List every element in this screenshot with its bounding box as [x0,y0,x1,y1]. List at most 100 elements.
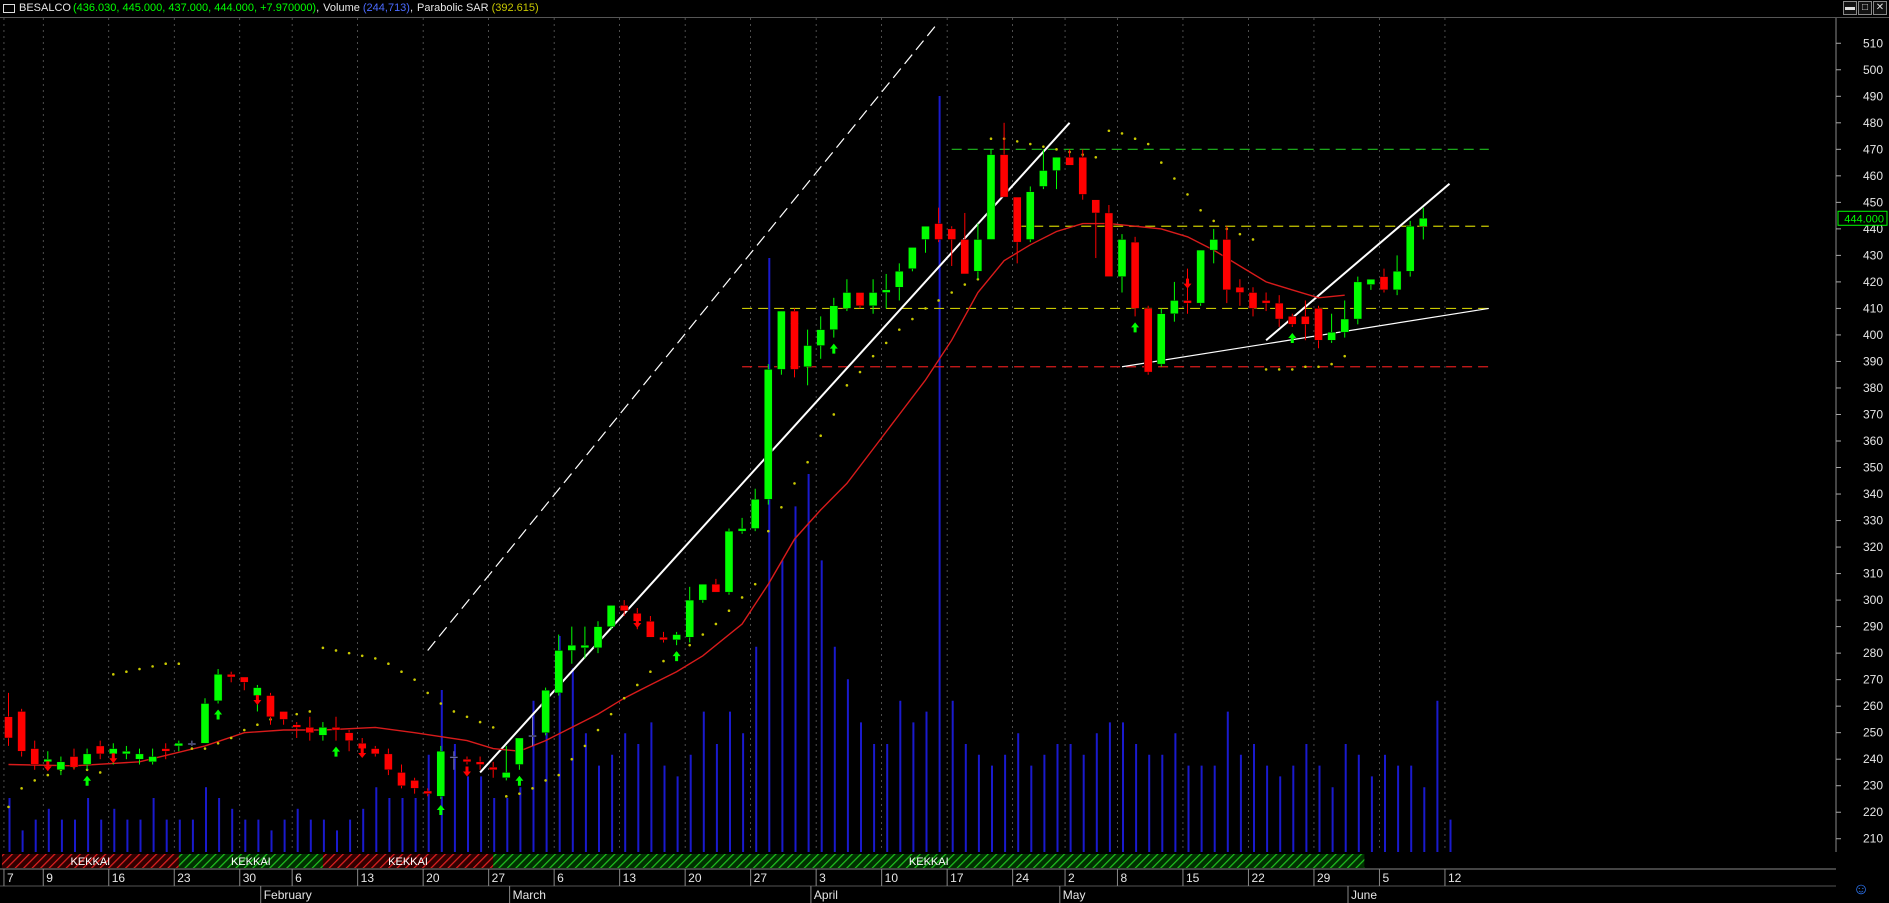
sar-dot [1291,368,1294,371]
sar-dot [531,787,534,790]
x-tick-label: 3 [819,871,826,885]
symbol-label: BESALCO [19,2,71,14]
sar-dot [203,747,207,750]
kekkai-label: KEKKAI [909,856,949,868]
candle-body [371,748,380,755]
sar-dot [793,482,796,485]
kekkai-label: KEKKAI [71,856,111,868]
sar-dot [138,667,141,671]
sar-dot [832,413,836,416]
sar-dot [937,299,940,302]
sar-dot [1317,365,1320,369]
y-tick-label: 480 [1863,116,1883,130]
y-tick-label: 500 [1863,63,1883,77]
candle-body [1301,316,1310,325]
y-tick-label: 340 [1863,487,1883,501]
candle-body [1039,170,1048,187]
candle-body [1327,332,1336,341]
candle-body [279,711,288,720]
minimize-button[interactable]: ▬ [1843,1,1857,15]
candle-body [895,271,904,288]
sar-dot [1160,161,1163,164]
candle-body [698,583,707,601]
candle-body [960,239,969,275]
x-tick-label: 13 [361,871,375,885]
price-chart[interactable]: 2102202302402502602702802903003103203303… [0,0,1889,903]
candle-body [868,292,878,306]
candle-body [1222,239,1232,291]
sar-dot [1173,177,1176,180]
y-tick-label: 420 [1863,275,1883,289]
candle-body [174,743,184,747]
y-tick-label: 300 [1863,593,1883,607]
month-label: April [814,888,838,902]
candle-body [515,737,524,765]
sar-dot [360,654,364,658]
candle-body [253,687,262,696]
candle-body [122,751,131,755]
sar-dot [400,670,403,673]
sar-dot [216,741,220,745]
x-tick-label: 2 [1068,871,1075,885]
candle-body [69,756,79,768]
candle-body [240,676,249,683]
smiley-icon[interactable]: ☺ [1850,880,1872,900]
close-button[interactable]: ✕ [1873,1,1887,15]
candle-body [724,530,734,593]
sar-dot [426,691,430,695]
x-tick-label: 5 [1382,871,1389,885]
sar-dot [151,665,154,668]
candle-body [1288,316,1297,325]
candle-body [82,753,92,765]
candle-body [462,758,472,763]
sar-dot [950,291,953,294]
sar-dot [164,662,167,666]
sar-dot [596,728,600,732]
candle-body [1392,271,1402,291]
maximize-button[interactable]: □ [1858,1,1872,15]
candle-body [135,753,144,760]
candle-body [423,790,432,794]
candle-body [475,761,485,765]
candle-body [999,154,1009,198]
sar-dot [491,726,495,729]
y-tick-label: 490 [1863,89,1883,103]
y-tick-label: 390 [1863,354,1883,368]
candle-body [1183,300,1192,304]
candle-body [1419,218,1428,227]
y-tick-label: 430 [1863,248,1883,262]
sar-dot [1186,193,1189,196]
sar-dot [1212,219,1215,223]
kekkai-label: KEKKAI [388,856,428,868]
candle-body [305,727,314,733]
candle-body [737,528,747,532]
sar-value: (392.615) [491,2,539,14]
candle-body [344,732,354,741]
sar-dot [911,317,914,321]
volume-value: (244,713) [362,2,410,14]
candle-body [986,154,996,240]
candle-body [502,772,511,778]
sar-dot [1120,132,1124,135]
candle-body [1209,239,1218,251]
x-tick-label: 29 [1317,871,1331,885]
x-tick-label: 13 [623,871,637,885]
month-label: June [1351,888,1377,902]
candle-body [266,695,275,717]
sar-dot [1277,368,1281,371]
candle-body [1117,239,1127,277]
x-tick-label: 17 [950,871,964,885]
x-tick-label: 16 [112,871,126,885]
candle-body [384,753,393,770]
sar-dot [884,341,888,345]
candle-body [1405,226,1415,272]
candle-body [1379,276,1389,291]
candle-body [803,345,812,367]
sar-dot [20,787,23,790]
sar-dot [1015,140,1019,143]
x-tick-label: 6 [557,871,564,885]
sar-dot [1343,354,1346,358]
ohlc-values: (436.030, 445.000, 437.000, 444.000, +7.… [72,2,317,14]
sar-dot [505,795,508,798]
candle-body [1353,281,1363,320]
